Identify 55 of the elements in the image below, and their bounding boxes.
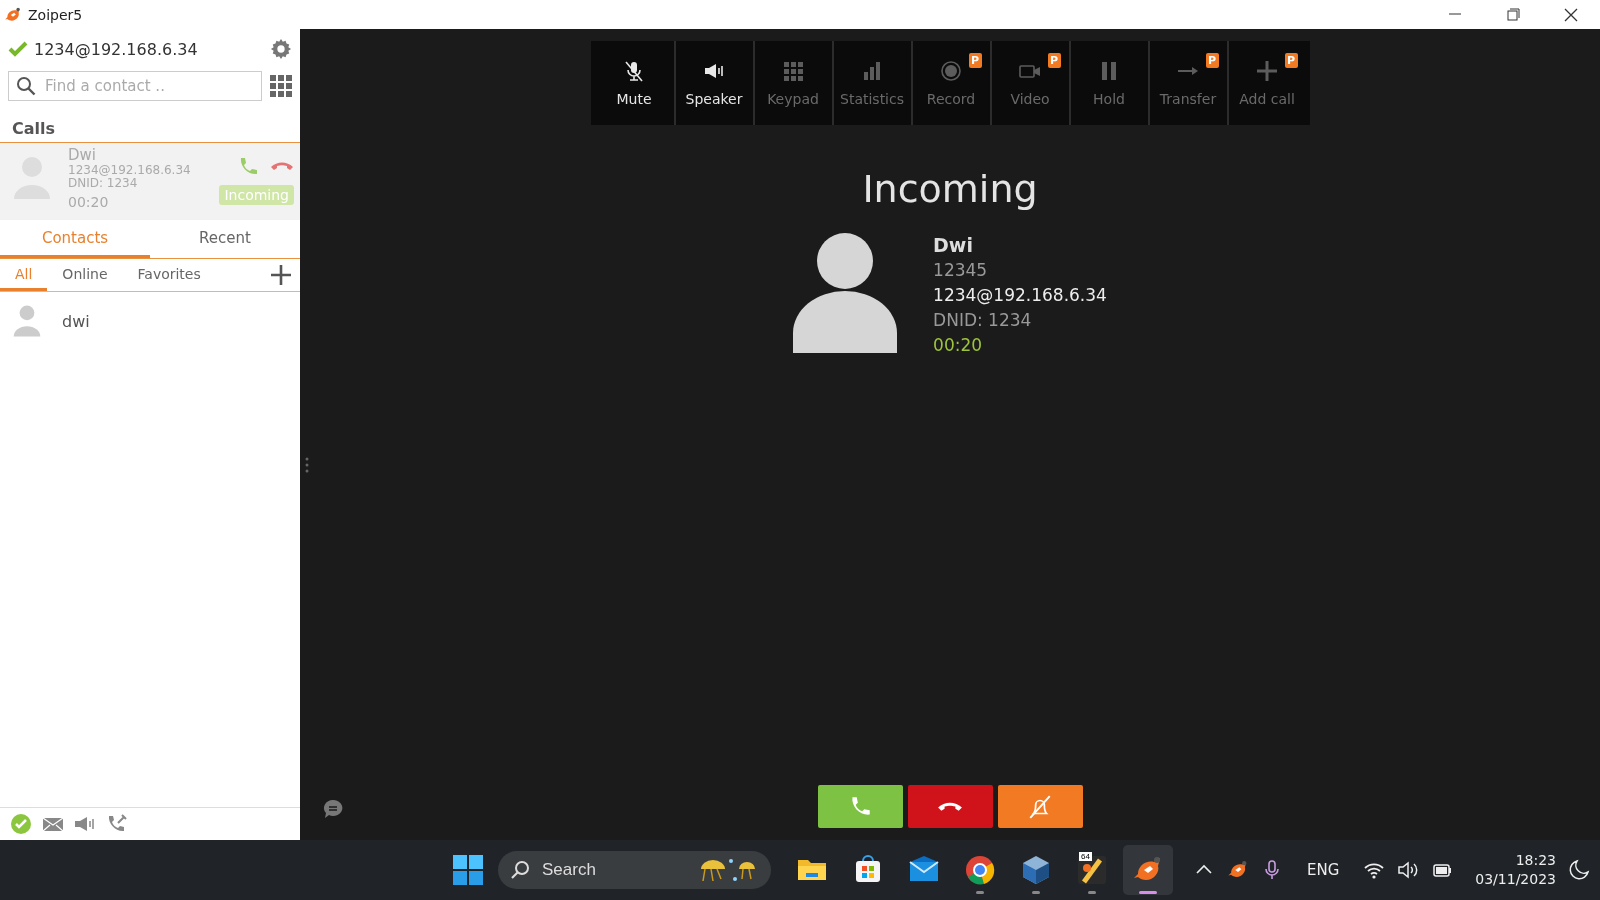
hangup-button[interactable] xyxy=(907,785,993,828)
caller-address: 1234@192.168.6.34 xyxy=(68,164,192,177)
dialpad-icon[interactable] xyxy=(270,75,292,97)
keypad-icon xyxy=(781,59,805,83)
mute-button[interactable]: Mute xyxy=(594,41,674,125)
premium-badge: P xyxy=(968,53,982,68)
bell-slash-icon xyxy=(1027,793,1053,820)
caller-dnid: DNID: 1234 xyxy=(68,177,139,190)
avatar-icon xyxy=(793,233,898,353)
call-duration: 00:20 xyxy=(933,334,984,357)
call-duration: 00:20 xyxy=(68,196,110,209)
chat-icon[interactable] xyxy=(322,798,344,820)
contacts-tab[interactable]: Recent xyxy=(150,220,300,258)
contact-name[interactable]: dwi xyxy=(62,311,90,331)
hangup-icon[interactable] xyxy=(270,161,294,172)
app-icon xyxy=(1076,854,1108,886)
avatar-icon xyxy=(12,304,42,338)
settings-icon[interactable] xyxy=(270,38,292,60)
volume-icon[interactable] xyxy=(1397,859,1420,881)
filter-tab[interactable]: Favorites xyxy=(122,259,216,291)
search-icon xyxy=(16,76,36,96)
caller-number: 12345 xyxy=(933,259,989,282)
window-title: Zoiper5 xyxy=(28,6,84,23)
start-button[interactable] xyxy=(452,854,484,886)
caller-address: 1234@192.168.6.34 xyxy=(933,284,1107,307)
clock-time[interactable]: 18:23 xyxy=(1515,851,1556,870)
app-logo-icon xyxy=(4,5,22,24)
plus-icon xyxy=(1255,59,1279,83)
microphone-slash-icon xyxy=(622,59,646,83)
language-indicator[interactable]: ENG xyxy=(1306,861,1340,879)
browser-icon xyxy=(964,854,996,886)
account-address: 1234@192.168.6.34 xyxy=(34,39,199,59)
premium-badge: P xyxy=(1047,53,1061,68)
caller-name: Dwi xyxy=(933,233,974,258)
search-icon xyxy=(510,859,532,881)
resize-handle-icon[interactable] xyxy=(305,457,309,473)
record-icon xyxy=(939,59,963,83)
search-field[interactable]: Find a contact .. xyxy=(8,71,262,101)
hangup-icon xyxy=(937,800,963,813)
clock-date[interactable]: 03/11/2023 xyxy=(1475,870,1556,889)
premium-badge: P xyxy=(1205,53,1219,68)
moon-icon[interactable] xyxy=(1568,859,1590,881)
cube-icon xyxy=(1020,854,1052,886)
premium-badge: P xyxy=(1284,53,1298,68)
caller-dnid: DNID: 1234 xyxy=(933,309,1033,332)
status-badge: Incoming xyxy=(219,185,294,205)
filter-tab[interactable]: Online xyxy=(47,259,123,291)
check-circle-icon[interactable] xyxy=(10,813,32,835)
taskbar-app-button[interactable]: 64 xyxy=(1067,845,1117,895)
taskbar-search[interactable]: Search xyxy=(498,851,771,889)
caller-name: Dwi xyxy=(68,147,97,164)
app-badge: 64 xyxy=(1079,852,1092,861)
call-state-heading: Incoming xyxy=(862,167,1038,211)
speaker-button[interactable]: Speaker xyxy=(673,41,753,125)
add-icon[interactable] xyxy=(270,264,292,286)
